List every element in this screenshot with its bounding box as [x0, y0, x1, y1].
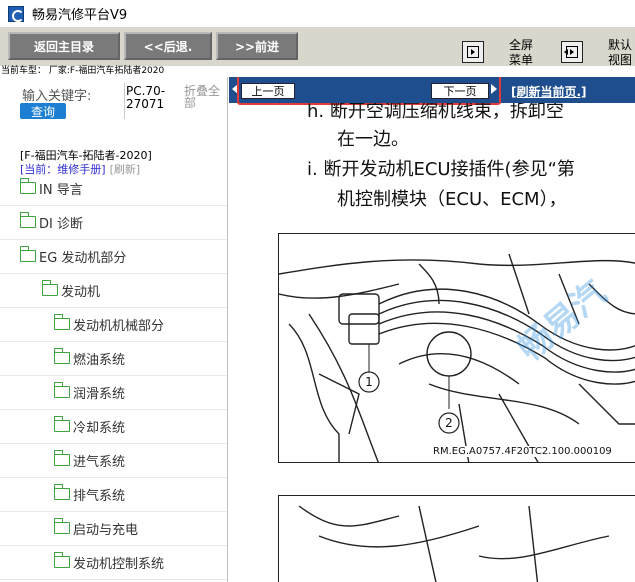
- callout-2-label: 2: [445, 416, 453, 430]
- fullscreen-menu-label[interactable]: 全屏 菜单: [506, 38, 536, 68]
- folder-icon: [53, 382, 70, 398]
- default-view-label[interactable]: 默认 视图: [602, 38, 635, 68]
- tree-item[interactable]: IN 导言: [19, 171, 83, 205]
- content-pane: 上一页 下一页 [刷新当前页.] h. 断开空调压缩机线束，拆卸空 在一边。 i…: [229, 77, 635, 582]
- tree-item-label: DI 诊断: [39, 216, 83, 232]
- tree-item[interactable]: EG 发动机部分: [19, 239, 127, 273]
- second-figure: [278, 495, 635, 582]
- search-divider: [124, 83, 125, 119]
- folder-icon: [41, 280, 58, 296]
- tree-item-label: 排气系统: [73, 488, 126, 504]
- doc-line-h: h. 断开空调压缩机线束，拆卸空: [307, 103, 564, 122]
- tree-item[interactable]: 发动机控制系统: [53, 545, 165, 579]
- folder-icon: [53, 484, 70, 500]
- page-nav-bar: 上一页 下一页 [刷新当前页.]: [229, 77, 635, 105]
- tree-item[interactable]: 润滑系统: [53, 375, 126, 409]
- tree-item-label: 燃油系统: [73, 352, 126, 368]
- current-vehicle-bar: 当前车型： 厂家:F-福田汽车拓陆者2020: [0, 66, 635, 77]
- folder-icon: [53, 450, 70, 466]
- folder-icon: [53, 552, 70, 568]
- tree-item-label: 进气系统: [73, 454, 126, 470]
- second-drawing: [298, 505, 610, 582]
- folder-icon: [19, 178, 36, 194]
- search-button[interactable]: 查询: [20, 103, 66, 119]
- tree-item[interactable]: 发动机: [41, 273, 101, 307]
- refresh-page-link[interactable]: [刷新当前页.]: [511, 83, 587, 100]
- engine-figure: 1 2 RM.EG.A0757.4F20TC2.100.000109 畅易汽: [278, 233, 635, 463]
- prev-page-button[interactable]: 上一页: [241, 83, 295, 99]
- next-arrow-icon[interactable]: [491, 84, 497, 94]
- tree-item-label: 发动机: [61, 284, 101, 300]
- tree-item-label: 启动与充电: [73, 522, 139, 538]
- tree-item[interactable]: 进气系统: [53, 443, 126, 477]
- tree-item-label: 冷却系统: [73, 420, 126, 436]
- tree-item[interactable]: 启动与充电: [53, 511, 139, 545]
- tree-item-label: 发动机机械部分: [73, 318, 165, 334]
- back-button[interactable]: <<后退.: [124, 32, 212, 60]
- tree-item-label: 润滑系统: [73, 386, 126, 402]
- search-label: 输入关键字:: [22, 89, 92, 104]
- figure-caption: RM.EG.A0757.4F20TC2.100.000109: [431, 446, 614, 457]
- app-window: 畅易汽修平台V9 返回主目录 <<后退. >>前进 全屏 菜单 默认 视图 当前…: [0, 0, 635, 582]
- default-view-icon[interactable]: [561, 41, 583, 63]
- prev-arrow-icon[interactable]: [232, 84, 238, 94]
- doc-line-h-cont: 在一边。: [337, 129, 409, 150]
- window-title: 畅易汽修平台V9: [32, 8, 128, 23]
- tree-item[interactable]: 发动机机械部分: [53, 307, 165, 341]
- callout-1-label: 1: [365, 375, 373, 389]
- fullscreen-icon[interactable]: [462, 41, 484, 63]
- tree-item-label: EG 发动机部分: [39, 250, 127, 266]
- tree-separator: [0, 579, 227, 580]
- tree-item[interactable]: DI 诊断: [19, 205, 83, 239]
- collapse-all-link[interactable]: 折叠全部: [184, 85, 224, 109]
- folder-icon: [53, 348, 70, 364]
- folder-icon: [19, 246, 36, 262]
- title-bar: 畅易汽修平台V9: [0, 0, 635, 28]
- tree-separator: [0, 273, 227, 274]
- sidebar: 输入关键字: 查询 PC.70-27071 折叠全部 [F-福田汽车-拓陆者-2…: [0, 77, 228, 582]
- document-code: PC.70-27071: [126, 84, 166, 111]
- tree-item[interactable]: 冷却系统: [53, 409, 126, 443]
- folder-icon: [53, 314, 70, 330]
- tree-item[interactable]: 排气系统: [53, 477, 126, 511]
- tree-item[interactable]: 燃油系统: [53, 341, 126, 375]
- app-logo-icon: [8, 5, 24, 22]
- tree-item-label: IN 导言: [39, 182, 83, 198]
- folder-icon: [53, 518, 70, 534]
- forward-button[interactable]: >>前进: [216, 32, 298, 60]
- next-page-button[interactable]: 下一页: [431, 83, 489, 99]
- doc-line-i: i. 断开发动机ECU接插件(参见“第: [307, 159, 575, 180]
- folder-icon: [53, 416, 70, 432]
- document-view[interactable]: h. 断开空调压缩机线束，拆卸空 在一边。 i. 断开发动机ECU接插件(参见“…: [229, 103, 635, 582]
- folder-icon: [19, 212, 36, 228]
- tree-item-label: 发动机控制系统: [73, 556, 165, 572]
- home-button[interactable]: 返回主目录: [8, 32, 120, 60]
- refresh-tree-link[interactable]: [刷新]: [110, 163, 141, 176]
- doc-line-i-cont: 机控制模块（ECU、ECM），: [337, 189, 567, 210]
- toolbar: 返回主目录 <<后退. >>前进 全屏 菜单 默认 视图: [0, 28, 635, 68]
